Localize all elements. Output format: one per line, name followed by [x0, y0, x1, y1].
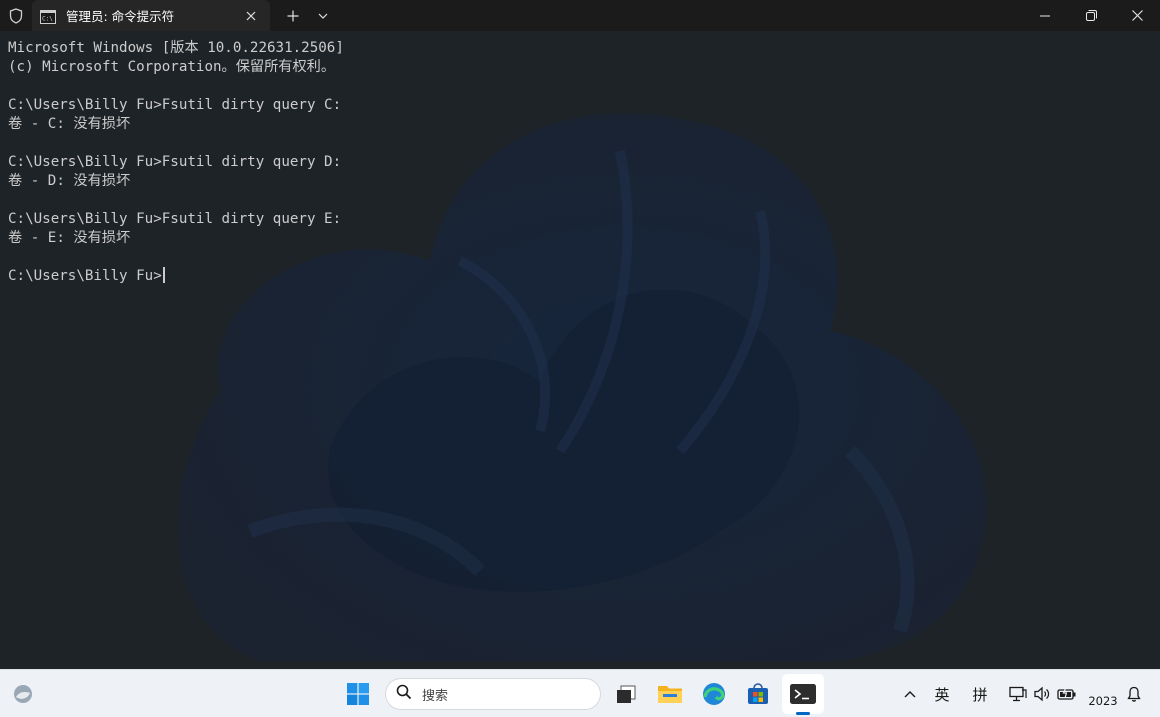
cmd-icon: C:\: [40, 9, 56, 24]
search-label: 搜索: [422, 688, 449, 704]
clock-text: 2023: [1088, 694, 1118, 708]
active-app-indicator: [796, 712, 810, 715]
ime-language-indicator[interactable]: 英: [928, 670, 956, 717]
ime-language-label: 英: [934, 685, 950, 704]
search-icon: [396, 684, 412, 704]
shield-icon: [0, 0, 32, 31]
taskbar: 搜索 英 拼 2023: [0, 669, 1160, 717]
widgets-icon[interactable]: [6, 670, 40, 717]
terminal-content[interactable]: Microsoft Windows [版本 10.0.22631.2506] (…: [0, 31, 1160, 669]
volume-icon[interactable]: [1030, 670, 1054, 717]
minimize-button[interactable]: [1022, 0, 1068, 31]
ime-mode-label: 拼: [972, 685, 988, 704]
terminal-line: 卷 - E: 没有损坏: [8, 230, 131, 246]
terminal-app-icon[interactable]: [782, 670, 824, 717]
file-explorer-icon[interactable]: [652, 670, 688, 717]
tab-title: 管理员: 命令提示符: [66, 9, 175, 24]
notification-bell-icon[interactable]: [1122, 670, 1146, 717]
tab-command-prompt[interactable]: C:\ 管理员: 命令提示符: [32, 0, 270, 31]
show-hidden-icons-chevron-icon[interactable]: [898, 670, 922, 717]
tab-dropdown-chevron-icon[interactable]: [308, 0, 338, 31]
terminal-window: C:\ 管理员: 命令提示符 Microsoft Windows [版本 10.…: [0, 0, 1160, 669]
text-cursor: [162, 267, 165, 283]
microsoft-store-icon[interactable]: [740, 670, 776, 717]
terminal-line: Microsoft Windows [版本 10.0.22631.2506]: [8, 40, 344, 56]
terminal-line: (c) Microsoft Corporation。保留所有权利。: [8, 59, 336, 75]
title-bar: C:\ 管理员: 命令提示符: [0, 0, 1160, 31]
task-view-icon[interactable]: [608, 670, 644, 717]
prompt-line[interactable]: C:\Users\Billy Fu>: [8, 267, 344, 286]
new-tab-button[interactable]: [278, 0, 308, 31]
battery-icon[interactable]: [1054, 670, 1080, 717]
close-button[interactable]: [1114, 0, 1160, 31]
terminal-line: C:\Users\Billy Fu>Fsutil dirty query D:: [8, 154, 342, 170]
clock[interactable]: 2023: [1084, 670, 1122, 717]
restore-button[interactable]: [1068, 0, 1114, 31]
terminal-line: 卷 - D: 没有损坏: [8, 173, 131, 189]
taskbar-search-box[interactable]: 搜索: [385, 678, 601, 710]
svg-text:C:\: C:\: [42, 15, 53, 22]
edge-browser-icon[interactable]: [696, 670, 732, 717]
prompt-text: C:\Users\Billy Fu>: [8, 268, 162, 284]
start-button[interactable]: [340, 670, 376, 717]
title-drag-area[interactable]: [338, 0, 1022, 31]
terminal-line: 卷 - C: 没有损坏: [8, 116, 131, 132]
network-icon[interactable]: [1006, 670, 1030, 717]
terminal-line: C:\Users\Billy Fu>Fsutil dirty query C:: [8, 97, 342, 113]
terminal-output: Microsoft Windows [版本 10.0.22631.2506] (…: [8, 39, 344, 286]
tab-close-icon[interactable]: [240, 5, 262, 27]
terminal-line: C:\Users\Billy Fu>Fsutil dirty query E:: [8, 211, 342, 227]
ime-mode-indicator[interactable]: 拼: [966, 670, 994, 717]
